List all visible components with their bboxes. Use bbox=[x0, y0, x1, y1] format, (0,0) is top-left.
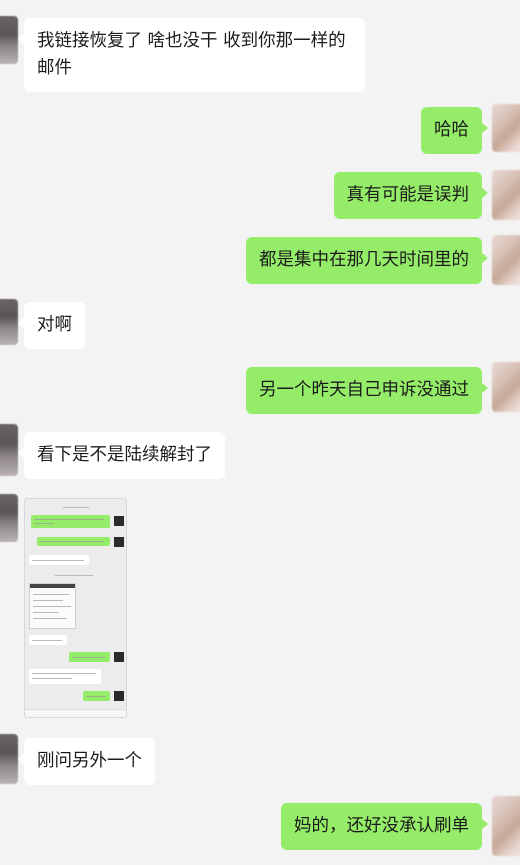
contact-avatar[interactable] bbox=[0, 424, 18, 476]
message-row-outgoing: 真有可能是误判 bbox=[0, 168, 520, 220]
message-bubble-outgoing[interactable]: 另一个昨天自己申诉没通过 bbox=[246, 367, 488, 414]
message-bubble-outgoing[interactable]: 哈哈 bbox=[421, 107, 488, 154]
message-row-incoming: 我链接恢复了 啥也没干 收到你那一样的邮件 bbox=[0, 0, 520, 92]
thumb-timestamp-line bbox=[63, 507, 89, 508]
message-bubble-outgoing[interactable]: 妈的，还好没承认刷单 bbox=[281, 803, 488, 850]
message-row-outgoing: 妈的，还好没承认刷单 bbox=[0, 796, 520, 858]
my-avatar[interactable] bbox=[492, 362, 520, 412]
message-row-outgoing: 哈哈 bbox=[0, 104, 520, 154]
message-bubble-incoming[interactable]: 看下是不是陆续解封了 bbox=[18, 432, 225, 479]
thumb-bubble bbox=[31, 515, 110, 528]
contact-avatar[interactable] bbox=[0, 734, 18, 784]
contact-avatar[interactable] bbox=[0, 16, 18, 64]
message-row-incoming: 看下是不是陆续解封了 bbox=[0, 424, 520, 480]
message-bubble-outgoing[interactable]: 都是集中在那几天时间里的 bbox=[246, 237, 488, 284]
message-bubble-incoming[interactable]: 刚问另外一个 bbox=[18, 738, 155, 785]
message-bubble-incoming[interactable]: 我链接恢复了 啥也没干 收到你那一样的邮件 bbox=[18, 18, 365, 92]
contact-avatar[interactable] bbox=[0, 494, 18, 542]
message-row-outgoing: 都是集中在那几天时间里的 bbox=[0, 233, 520, 285]
my-avatar[interactable] bbox=[492, 235, 520, 285]
my-avatar[interactable] bbox=[492, 170, 520, 220]
image-message-thumbnail[interactable] bbox=[24, 498, 127, 718]
my-avatar[interactable] bbox=[492, 796, 520, 856]
chat-conversation: 我链接恢复了 啥也没干 收到你那一样的邮件 哈哈 真有可能是误判 都是集中在那几… bbox=[0, 0, 520, 865]
message-bubble-incoming[interactable]: 对啊 bbox=[18, 302, 85, 349]
message-bubble-outgoing[interactable]: 真有可能是误判 bbox=[333, 172, 488, 219]
contact-avatar[interactable] bbox=[0, 299, 18, 345]
thumb-document-preview bbox=[29, 583, 76, 629]
my-avatar[interactable] bbox=[492, 104, 520, 152]
thumb-bubble bbox=[29, 669, 101, 684]
message-row-outgoing: 另一个昨天自己申诉没通过 bbox=[0, 362, 520, 414]
message-row-incoming: 刚问另外一个 bbox=[0, 734, 520, 786]
message-row-incoming: 对啊 bbox=[0, 298, 520, 350]
